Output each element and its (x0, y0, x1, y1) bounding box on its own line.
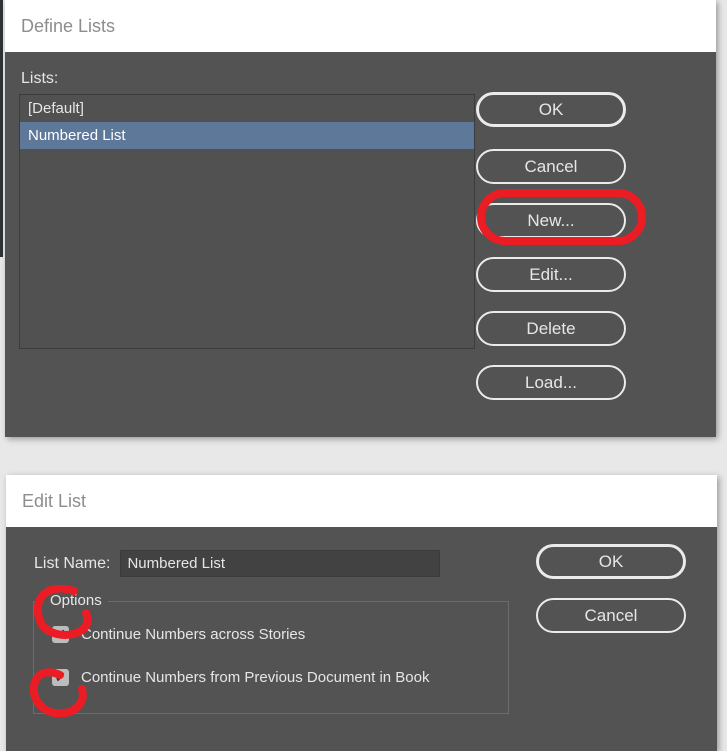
new-button-label: New... (527, 212, 574, 229)
delete-button-label: Delete (526, 320, 575, 337)
ok-button-label: OK (539, 101, 564, 118)
edit-list-titlebar: Edit List (6, 475, 717, 527)
options-legend: Options (44, 592, 108, 609)
list-name-row: List Name: (34, 550, 440, 577)
list-item-label: Numbered List (28, 127, 126, 144)
checkbox-icon[interactable]: ✓ (52, 669, 69, 686)
edit-list-dialog: Edit List List Name: OK Cancel Options ✓… (6, 475, 717, 751)
define-lists-titlebar: Define Lists (5, 0, 716, 52)
new-button[interactable]: New... (476, 203, 626, 238)
edit-list-buttons: OK Cancel (536, 544, 686, 652)
option-label: Continue Numbers from Previous Document … (81, 669, 430, 686)
cancel-button-label: Cancel (525, 158, 578, 175)
define-lists-title: Define Lists (21, 16, 115, 37)
list-name-input[interactable] (120, 550, 440, 577)
load-button-label: Load... (525, 374, 577, 391)
list-item-label: [Default] (28, 100, 84, 117)
list-name-label: List Name: (34, 555, 110, 573)
ok-button[interactable]: OK (476, 92, 626, 127)
option-label: Continue Numbers across Stories (81, 626, 305, 643)
cancel-button[interactable]: Cancel (476, 149, 626, 184)
define-lists-buttons: OK Cancel New... Edit... Delete Load... (476, 92, 683, 419)
options-fieldset: Options ✓ Continue Numbers across Storie… (33, 601, 509, 714)
option-continue-previous-doc[interactable]: ✓ Continue Numbers from Previous Documen… (52, 669, 430, 686)
checkbox-icon[interactable]: ✓ (52, 626, 69, 643)
edit-button[interactable]: Edit... (476, 257, 626, 292)
cancel-button[interactable]: Cancel (536, 598, 686, 633)
cancel-button-label: Cancel (585, 607, 638, 624)
list-item[interactable]: Numbered List (20, 122, 474, 149)
load-button[interactable]: Load... (476, 365, 626, 400)
edit-list-title: Edit List (22, 491, 86, 512)
app-left-strip (0, 0, 3, 257)
lists-label: Lists: (21, 70, 58, 88)
list-item[interactable]: [Default] (20, 95, 474, 122)
lists-listbox[interactable]: [Default] Numbered List (19, 94, 475, 349)
option-continue-across-stories[interactable]: ✓ Continue Numbers across Stories (52, 626, 305, 643)
define-lists-dialog: Define Lists Lists: [Default] Numbered L… (5, 0, 716, 437)
ok-button-label: OK (599, 553, 624, 570)
edit-button-label: Edit... (529, 266, 572, 283)
delete-button[interactable]: Delete (476, 311, 626, 346)
ok-button[interactable]: OK (536, 544, 686, 579)
